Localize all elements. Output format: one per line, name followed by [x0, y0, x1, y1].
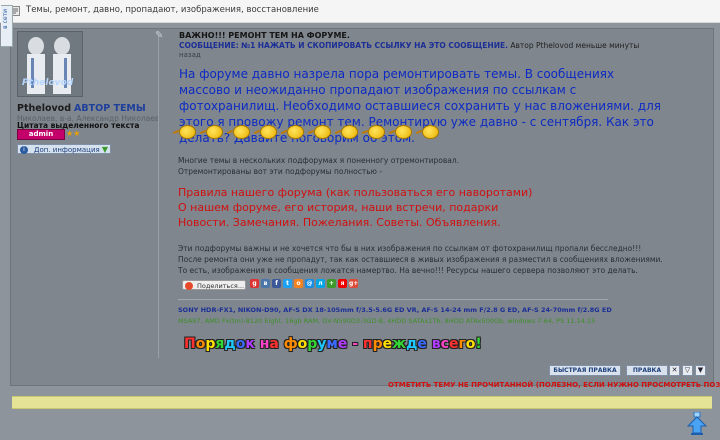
- facebook-icon[interactable]: f: [272, 279, 281, 288]
- author-role: АВТОР ТЕМЫ: [74, 103, 146, 114]
- google-icon[interactable]: g: [250, 279, 259, 288]
- motto-letter: м: [326, 336, 338, 352]
- extra-info-label: Доп. информация: [34, 146, 100, 154]
- author-name-line: Pthelovod АВТОР ТЕМЫ: [17, 103, 146, 114]
- motto-letter: р: [205, 336, 216, 352]
- smiley-icon: [422, 125, 439, 139]
- post-divider: [158, 33, 159, 358]
- delete-post-icon[interactable]: ✕: [669, 365, 680, 376]
- liveinternet-icon[interactable]: +: [327, 279, 336, 288]
- motto-letter: к: [245, 336, 255, 352]
- subforum-links: Правила нашего форума (как пользоваться …: [178, 185, 532, 230]
- extra-info-button[interactable]: i Доп. информация ▼: [17, 144, 111, 154]
- edit-button[interactable]: ПРАВКА: [626, 365, 668, 376]
- star-icon: ★: [73, 129, 81, 138]
- smiley-icon: [395, 125, 412, 139]
- subforum-link-news[interactable]: Новости. Замечания. Пожелания. Советы. О…: [178, 215, 532, 230]
- motto-letter: д: [406, 336, 418, 352]
- smiley-icon: [179, 125, 196, 139]
- social-share-icons: g в f t o @ л + я g+: [250, 279, 360, 298]
- share-icon: [185, 282, 193, 290]
- motto-letter: о: [465, 336, 476, 352]
- expand-arrow-icon: ▼: [101, 145, 108, 154]
- rank-stars: ★★: [66, 129, 80, 138]
- topic-tags-text[interactable]: Темы, ремонт, давно, пропадают, изображе…: [26, 5, 319, 15]
- twitter-icon[interactable]: t: [283, 279, 292, 288]
- smiley-icon: [260, 125, 277, 139]
- motto-letter: ф: [283, 336, 298, 352]
- post-author-time: Автор Pthelovod меньше минуты: [510, 41, 640, 50]
- avatar[interactable]: Pthelovod: [17, 31, 83, 97]
- motto-letter: !: [475, 336, 482, 352]
- gray1-line: Многие темы в нескольких подфорумах я по…: [178, 156, 460, 165]
- motto-letter: р: [372, 336, 383, 352]
- motto-letter: с: [440, 336, 449, 352]
- post-title: ВАЖНО!!! РЕМОНТ ТЕМ НА ФОРУМЕ.: [179, 31, 350, 40]
- signature-line-1: SONY HDR-FX1, NIKON-D90, AF-S DX 18-105m…: [178, 306, 612, 314]
- gray2-line: То есть, изображения в сообщения ложатся…: [178, 266, 638, 275]
- motto-letter: в: [431, 336, 441, 352]
- vk-icon[interactable]: в: [261, 279, 270, 288]
- smiley-icon: [206, 125, 223, 139]
- odnoklassniki-icon[interactable]: o: [294, 279, 303, 288]
- motto-letter: е: [417, 336, 427, 352]
- gray1-line: Отремонтированы вот эти подфорумы полнос…: [178, 167, 383, 176]
- chevron-down-alt-icon[interactable]: ▼: [695, 365, 706, 376]
- motto-letter: ж: [392, 336, 407, 352]
- post-pin-icon: ✎: [155, 30, 164, 41]
- online-status-label: в сети: [2, 9, 9, 29]
- motto-letter: е: [337, 336, 348, 352]
- motto-letter: о: [195, 336, 206, 352]
- info-icon: i: [20, 146, 28, 154]
- chevron-down-icon[interactable]: ▽: [682, 365, 693, 376]
- smiley-icon: [287, 125, 304, 139]
- signature-separator: [178, 299, 608, 300]
- post-body-gray-1: Многие темы в нескольких подфорумах я по…: [178, 155, 459, 177]
- motto-letter: о: [297, 336, 308, 352]
- livejournal-icon[interactable]: л: [316, 279, 325, 288]
- mailru-icon[interactable]: @: [305, 279, 314, 288]
- motto-letter: д: [224, 336, 236, 352]
- post-body-gray-2: Эти подфорумы важны и не хочется что бы …: [178, 243, 663, 276]
- motto-letter: п: [362, 336, 373, 352]
- share-label: Поделиться...: [197, 282, 245, 290]
- gray2-line: После ремонта они уже не пропадут, так к…: [178, 255, 663, 264]
- gray2-line: Эти подфорумы важны и не хочется что бы …: [178, 244, 642, 253]
- motto-letter: е: [448, 336, 459, 352]
- googleplus-icon[interactable]: g+: [349, 279, 358, 288]
- message-number-link[interactable]: №1: [241, 41, 255, 50]
- mark-unread-link[interactable]: ОТМЕТИТЬ ТЕМУ НЕ ПРОЧИТАННОЙ (ПОЛЕЗНО, Е…: [388, 381, 720, 389]
- smiley-icon: [314, 125, 331, 139]
- topic-tags-bar: Темы, ремонт, давно, пропадают, изображе…: [0, 0, 720, 23]
- admin-badge: admin: [17, 129, 65, 140]
- topic-footer-bar: [12, 396, 712, 409]
- signature-line-2: MSA97, AMD Fx(tm)-8120 Eight, 16gb RAM, …: [178, 317, 596, 325]
- motto-letter: р: [307, 336, 318, 352]
- subforum-link-rules[interactable]: Правила нашего форума (как пользоваться …: [178, 185, 532, 200]
- motto-letter: о: [235, 336, 246, 352]
- fast-edit-button[interactable]: БЫСТРАЯ ПРАВКА: [549, 365, 621, 376]
- motto-letter: е: [382, 336, 393, 352]
- author-nick[interactable]: Pthelovod: [17, 103, 71, 114]
- share-button[interactable]: Поделиться...: [182, 280, 246, 290]
- smiley-icon: [368, 125, 385, 139]
- smiley-icon: [341, 125, 358, 139]
- smiley-row: [179, 124, 449, 143]
- copy-link-button[interactable]: НАЖАТЬ И СКОПИРОВАТЬ ССЫЛКУ НА ЭТО СООБЩ…: [258, 41, 508, 50]
- motto-letter: П: [184, 336, 196, 352]
- post-time-suffix: назад: [179, 51, 201, 59]
- motto-letter: н: [259, 336, 270, 352]
- scroll-up-icon[interactable]: [686, 412, 708, 436]
- signature-motto: Порядок на форуме - прежде всего!: [184, 336, 482, 352]
- online-status-tab: в сети: [1, 5, 13, 47]
- message-label: СООБЩЕНИЕ:: [179, 41, 239, 50]
- post-message-header: СООБЩЕНИЕ: №1 НАЖАТЬ И СКОПИРОВАТЬ ССЫЛК…: [179, 41, 639, 50]
- smiley-icon: [233, 125, 250, 139]
- motto-letter: г: [458, 336, 466, 352]
- avatar-watermark: Pthelovod: [22, 78, 74, 88]
- motto-letter: а: [269, 336, 279, 352]
- yandex-icon[interactable]: я: [338, 279, 347, 288]
- subforum-link-about[interactable]: О нашем форуме, его история, наши встреч…: [178, 200, 532, 215]
